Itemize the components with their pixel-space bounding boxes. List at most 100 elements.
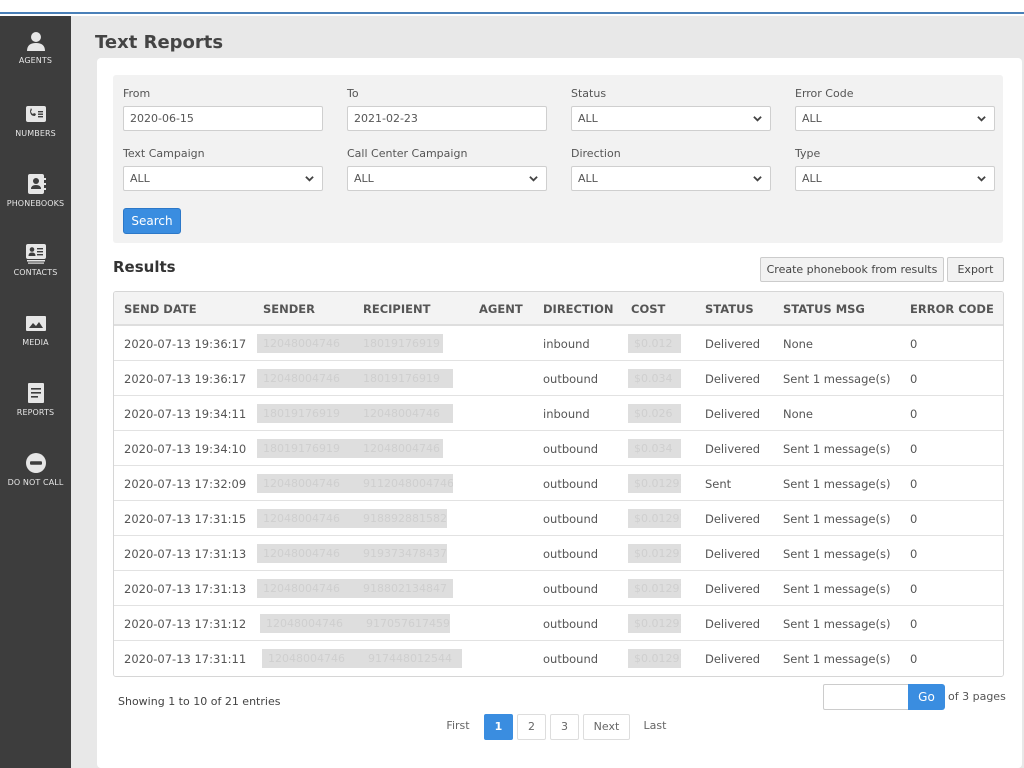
go-button[interactable]: Go (908, 684, 945, 710)
cell-recipient-redacted: 12048004746 (357, 439, 443, 458)
page-link-3[interactable]: 3 (550, 714, 579, 740)
column-header-send-date[interactable]: SEND DATE (124, 302, 197, 316)
cell-direction: outbound (543, 547, 599, 561)
cell-error-code: 0 (910, 477, 918, 491)
cell-send-date: 2020-07-13 17:32:09 (124, 477, 247, 491)
cell-recipient-redacted: 12048004746 (357, 404, 453, 423)
cell-send-date: 2020-07-13 17:31:12 (124, 617, 247, 631)
next-page-link[interactable]: Next (583, 714, 630, 740)
search-button[interactable]: Search (123, 208, 181, 234)
chevron-down-icon (753, 116, 762, 122)
no-entry-icon (25, 453, 46, 473)
table-row[interactable]: 2020-07-13 17:31:11 12048004746 9174480125… (114, 641, 1003, 676)
first-page-link[interactable]: First (443, 714, 473, 740)
chevron-down-icon (977, 116, 986, 122)
cell-sender-redacted: 12048004746 (257, 509, 357, 528)
sidebar-item-numbers[interactable]: NUMBERS (0, 103, 71, 138)
table-row[interactable]: 2020-07-13 19:34:10 18019176919 1204800474… (114, 431, 1003, 466)
to-label: To (347, 87, 359, 100)
goto-page-input[interactable] (823, 684, 909, 710)
direction-label: Direction (571, 147, 621, 160)
phone-card-icon (25, 106, 46, 122)
sidebar-item-contacts[interactable]: CONTACTS (0, 242, 71, 277)
cell-recipient-redacted: 18019176919 (357, 334, 443, 353)
error-code-select[interactable]: ALL (795, 106, 995, 131)
cell-cost-redacted: $0.01291 (628, 614, 681, 633)
cell-cost-redacted: $0.01291 (628, 509, 681, 528)
from-date-input[interactable]: 2020-06-15 (123, 106, 323, 131)
cell-sender-redacted: 12048004746 (257, 369, 357, 388)
main-content: Text Reports From 2020-06-15 To 2021-02-… (71, 16, 1024, 768)
page-link-1[interactable]: 1 (484, 714, 513, 740)
column-header-direction[interactable]: DIRECTION (543, 302, 614, 316)
type-select[interactable]: ALL (795, 166, 995, 191)
table-row[interactable]: 2020-07-13 19:36:17 12048004746 1801917691… (114, 326, 1003, 361)
cell-status-msg: None (783, 407, 814, 421)
sidebar: AGENTS NUMBERS PHONEBOOKS CONTACTS MEDIA… (0, 16, 71, 768)
cell-recipient-redacted: 919373478437 (357, 544, 447, 563)
cell-send-date: 2020-07-13 17:31:15 (124, 512, 247, 526)
chevron-down-icon (529, 176, 538, 182)
direction-select[interactable]: ALL (571, 166, 771, 191)
column-header-status-msg[interactable]: STATUS MSG (783, 302, 865, 316)
cell-error-code: 0 (910, 652, 918, 666)
of-pages-label: of 3 pages (948, 690, 1006, 703)
table-row[interactable]: 2020-07-13 19:36:17 12048004746 1801917691… (114, 361, 1003, 396)
sidebar-item-agents[interactable]: AGENTS (0, 30, 71, 65)
cell-recipient-redacted: 918802134847 (357, 579, 453, 598)
cell-status-msg: Sent 1 message(s) (783, 372, 891, 386)
sidebar-item-media[interactable]: MEDIA (0, 312, 71, 347)
cell-cost-redacted: $0.01291 (628, 579, 681, 598)
cell-status: Delivered (705, 407, 761, 421)
type-select-value: ALL (802, 172, 822, 185)
cell-recipient-redacted: 9112048004746 (357, 474, 453, 493)
chevron-down-icon (753, 176, 762, 182)
results-table: SEND DATE SENDER RECIPIENT AGENT DIRECTI… (113, 291, 1004, 677)
cell-status-msg: Sent 1 message(s) (783, 442, 891, 456)
cell-status: Delivered (705, 582, 761, 596)
cell-recipient-redacted: 917448012544 (362, 649, 462, 668)
call-center-campaign-select[interactable]: ALL (347, 166, 547, 191)
table-row[interactable]: 2020-07-13 17:31:13 12048004746 9188021348… (114, 571, 1003, 606)
text-campaign-label: Text Campaign (123, 147, 205, 160)
cell-error-code: 0 (910, 617, 918, 631)
column-header-sender[interactable]: SENDER (263, 302, 315, 316)
cell-sender-redacted: 12048004746 (257, 474, 357, 493)
column-header-status[interactable]: STATUS (705, 302, 754, 316)
cell-send-date: 2020-07-13 17:31:13 (124, 582, 247, 596)
to-date-input[interactable]: 2021-02-23 (347, 106, 547, 131)
cell-sender-redacted: 12048004746 (260, 614, 360, 633)
cell-sender-redacted: 12048004746 (257, 334, 357, 353)
cell-cost-redacted: $0.012 (628, 334, 681, 353)
table-row[interactable]: 2020-07-13 17:31:15 12048004746 9188928815… (114, 501, 1003, 536)
cell-recipient-redacted: 918892881582 (357, 509, 447, 528)
column-header-error-code[interactable]: ERROR CODE (910, 302, 994, 316)
cell-cost-redacted: $0.01291 (628, 474, 681, 493)
status-select[interactable]: ALL (571, 106, 771, 131)
cell-error-code: 0 (910, 407, 918, 421)
sidebar-item-label: AGENTS (18, 56, 53, 65)
text-campaign-select[interactable]: ALL (123, 166, 323, 191)
table-row[interactable]: 2020-07-13 17:31:12 12048004746 9170576174… (114, 606, 1003, 641)
column-header-recipient[interactable]: RECIPIENT (363, 302, 430, 316)
create-phonebook-button[interactable]: Create phonebook from results (760, 257, 944, 282)
cell-direction: outbound (543, 442, 599, 456)
sidebar-item-reports[interactable]: REPORTS (0, 382, 71, 417)
chevron-down-icon (977, 176, 986, 182)
sidebar-item-label: NUMBERS (15, 129, 56, 138)
export-button[interactable]: Export (947, 257, 1004, 282)
cell-status-msg: Sent 1 message(s) (783, 547, 891, 561)
table-row[interactable]: 2020-07-13 17:32:09 12048004746 9112048004… (114, 466, 1003, 501)
status-select-value: ALL (578, 112, 598, 125)
sidebar-item-phonebooks[interactable]: PHONEBOOKS (0, 173, 71, 208)
table-row[interactable]: 2020-07-13 19:34:11 18019176919 1204800474… (114, 396, 1003, 431)
table-row[interactable]: 2020-07-13 17:31:13 12048004746 9193734784… (114, 536, 1003, 571)
column-header-cost[interactable]: COST (631, 302, 665, 316)
cell-status: Delivered (705, 617, 761, 631)
page-title: Text Reports (95, 32, 224, 53)
column-header-agent[interactable]: AGENT (479, 302, 523, 316)
sidebar-item-do-not-call[interactable]: DO NOT CALL (0, 452, 71, 487)
cell-send-date: 2020-07-13 17:31:13 (124, 547, 247, 561)
last-page-link[interactable]: Last (640, 714, 670, 740)
page-link-2[interactable]: 2 (517, 714, 546, 740)
